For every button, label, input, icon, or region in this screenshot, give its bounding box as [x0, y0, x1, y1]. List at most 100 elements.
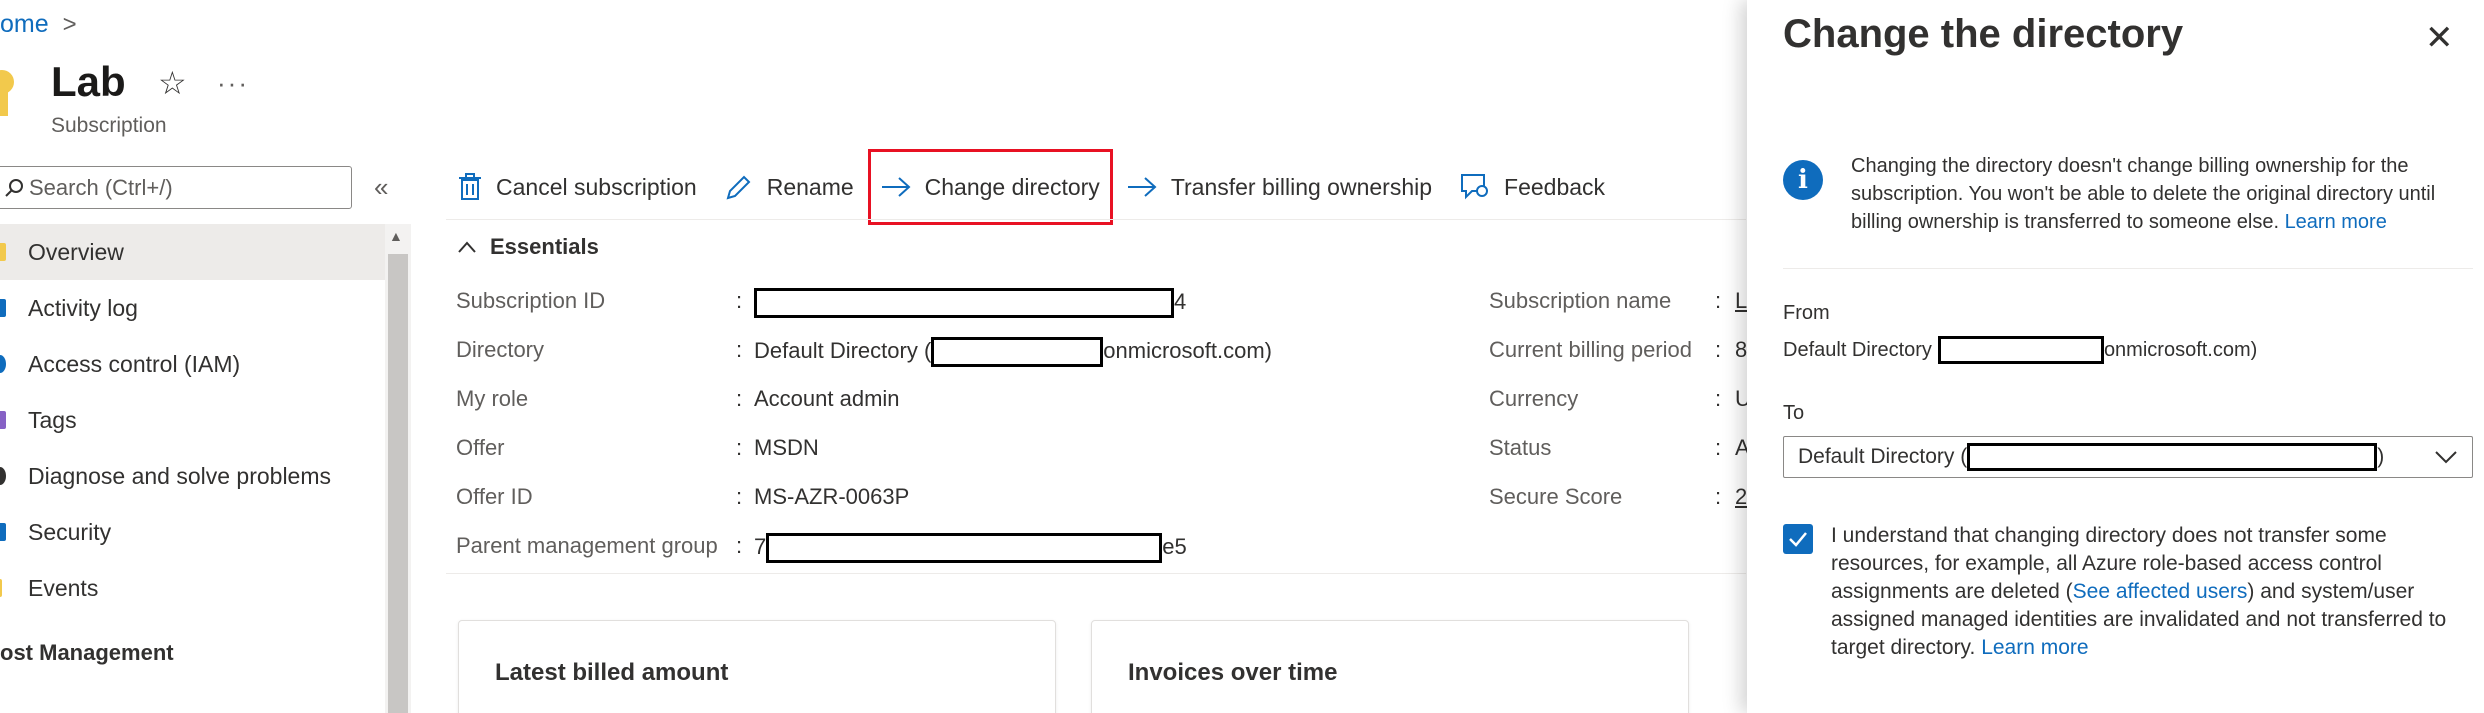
- scrollbar-thumb[interactable]: [388, 254, 408, 713]
- essentials-colon: :: [736, 435, 743, 460]
- essentials-colon: :: [736, 386, 743, 411]
- rename-label: Rename: [766, 173, 854, 200]
- sidebar-item-label: Overview: [28, 238, 124, 265]
- acknowledge-checkbox[interactable]: [1783, 524, 1813, 554]
- sidebar-item-label: Tags: [28, 406, 77, 433]
- essentials-key: Secure Score: [1489, 484, 1623, 509]
- essentials-value: MS-AZR-0063P: [754, 484, 910, 509]
- feedback-button[interactable]: Feedback: [1460, 165, 1605, 209]
- cancel-subscription-button[interactable]: Cancel subscription: [458, 165, 697, 209]
- arrow-right-icon: [1127, 177, 1157, 197]
- close-icon[interactable]: ✕: [2425, 18, 2454, 58]
- search-input[interactable]: Search (Ctrl+/): [0, 166, 352, 209]
- acknowledge-text: I understand that changing directory doe…: [1831, 522, 2471, 662]
- learn-more-link[interactable]: Learn more: [2285, 211, 2387, 233]
- chevron-down-icon: [2435, 451, 2457, 464]
- change-directory-label: Change directory: [924, 173, 1100, 200]
- sidebar-item-tags[interactable]: Tags: [0, 392, 385, 448]
- card-title: Invoices over time: [1128, 659, 1338, 686]
- info-message: Changing the directory doesn't change bi…: [1851, 152, 2471, 236]
- to-label: To: [1783, 402, 1805, 424]
- key-icon: [0, 70, 14, 116]
- essentials-key: Current billing period: [1489, 337, 1692, 362]
- page-subtitle: Subscription: [51, 114, 167, 137]
- value-suffix: ): [2377, 445, 2385, 468]
- sidebar-item-activity-log[interactable]: Activity log: [0, 280, 385, 336]
- sidebar-item-iam[interactable]: Access control (IAM): [0, 336, 385, 392]
- redacted-block: [1937, 336, 2104, 364]
- essentials-key: Subscription name: [1489, 288, 1672, 313]
- essentials-value: 7 e5: [754, 533, 1187, 563]
- collapse-sidebar-icon[interactable]: «: [374, 172, 388, 203]
- essentials-title: Essentials: [490, 234, 599, 259]
- change-directory-button[interactable]: Change directory: [867, 149, 1113, 225]
- sidebar-item-diagnose[interactable]: Diagnose and solve problems: [0, 448, 385, 504]
- sidebar-item-label: Events: [28, 574, 99, 601]
- panel-divider: [1783, 268, 2473, 269]
- learn-more-link[interactable]: Learn more: [1981, 636, 2088, 659]
- tag-icon: [0, 411, 6, 429]
- sidebar-section-cost-management: ost Management: [0, 640, 174, 665]
- essentials-toggle[interactable]: Essentials: [458, 234, 599, 260]
- wrench-icon: [0, 467, 6, 485]
- trash-icon: [459, 173, 481, 200]
- value-prefix: 7: [754, 533, 767, 559]
- essentials-key: Parent management group: [456, 533, 718, 558]
- sidebar-item-overview[interactable]: Overview: [0, 224, 385, 280]
- essentials-value: 4: [754, 288, 1186, 318]
- essentials-value: MSDN: [754, 435, 819, 460]
- essentials-key: Currency: [1489, 386, 1579, 411]
- sidebar-item-security[interactable]: Security: [0, 504, 385, 560]
- sidebar-item-label: Security: [28, 518, 112, 545]
- transfer-billing-ownership-label: Transfer billing ownership: [1170, 173, 1433, 200]
- panel-title: Change the directory: [1783, 12, 2184, 56]
- see-affected-users-link[interactable]: See affected users: [2073, 580, 2248, 603]
- sidebar-item-label: Access control (IAM): [28, 350, 241, 377]
- sidebar-scrollbar[interactable]: ▲: [385, 224, 411, 713]
- shield-icon: [0, 523, 6, 541]
- activity-log-icon: [0, 299, 6, 317]
- value-prefix: Default Directory (: [754, 337, 932, 363]
- sidebar-item-events[interactable]: Events: [0, 560, 385, 616]
- chevron-up-icon: [458, 241, 476, 253]
- command-bar-divider: [446, 219, 1746, 220]
- scroll-up-icon[interactable]: ▲: [389, 228, 403, 244]
- redacted-block: [931, 337, 1104, 367]
- essentials-value: Account admin: [754, 386, 900, 411]
- more-options-icon[interactable]: ···: [217, 68, 249, 99]
- latest-billed-amount-card[interactable]: Latest billed amount: [458, 620, 1056, 713]
- feedback-label: Feedback: [1504, 173, 1606, 200]
- checkmark-icon: [1789, 532, 1807, 547]
- essentials-colon: :: [1715, 435, 1722, 460]
- transfer-billing-ownership-button[interactable]: Transfer billing ownership: [1127, 165, 1432, 209]
- from-label: From: [1783, 302, 1830, 324]
- essentials-colon: :: [1715, 288, 1722, 313]
- essentials-key: My role: [456, 386, 529, 411]
- redacted-block: [754, 288, 1174, 318]
- essentials-colon: :: [736, 533, 743, 558]
- value-suffix: e5: [1162, 533, 1187, 559]
- lightning-icon: [0, 579, 2, 597]
- feedback-icon: [1461, 174, 1489, 200]
- change-directory-panel: Change the directory ✕ i Changing the di…: [1747, 0, 2484, 713]
- command-bar: Cancel subscription Rename Change direct…: [458, 149, 1633, 225]
- favorite-star-icon[interactable]: ☆: [158, 64, 187, 102]
- sidebar-item-label: Activity log: [28, 294, 138, 321]
- essentials-colon: :: [736, 337, 743, 362]
- breadcrumb-home-link[interactable]: ome: [0, 10, 49, 39]
- pencil-icon: [726, 175, 751, 200]
- page-title: Lab: [51, 58, 126, 105]
- rename-button[interactable]: Rename: [725, 165, 854, 209]
- target-directory-select[interactable]: Default Directory ( ): [1783, 436, 2473, 478]
- value-prefix: Default Directory (: [1798, 445, 1968, 468]
- from-value: Default Directory onmicrosoft.com): [1783, 336, 2257, 364]
- breadcrumb: ome >: [0, 10, 77, 39]
- sidebar-item-label: Diagnose and solve problems: [28, 462, 332, 489]
- chevron-right-icon: >: [62, 10, 77, 38]
- essentials-colon: :: [736, 288, 743, 313]
- essentials-colon: :: [1715, 386, 1722, 411]
- essentials-colon: :: [1715, 337, 1722, 362]
- essentials-divider: [446, 573, 1746, 574]
- info-icon: i: [1783, 160, 1823, 200]
- invoices-over-time-card[interactable]: Invoices over time: [1091, 620, 1689, 713]
